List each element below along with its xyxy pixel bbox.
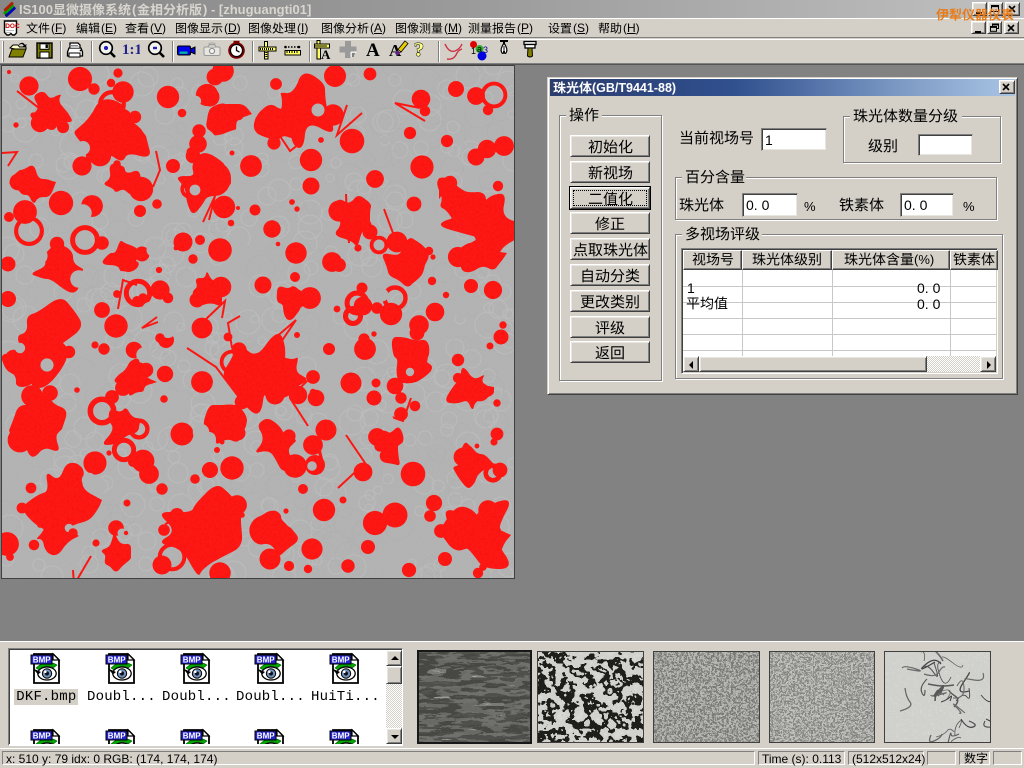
svg-text:BMP: BMP <box>257 732 275 741</box>
svg-text:1:1: 1:1 <box>122 42 140 58</box>
svg-text:BMP: BMP <box>108 656 126 665</box>
svg-text:BMP: BMP <box>33 656 51 665</box>
svg-text:A: A <box>366 40 380 61</box>
svg-text:BMP: BMP <box>257 656 275 665</box>
svg-text:BMP: BMP <box>33 732 51 741</box>
svg-text:1: 1 <box>471 46 476 56</box>
svg-text:BMP: BMP <box>183 656 201 665</box>
svg-text:DOC: DOC <box>5 23 20 30</box>
svg-text:BMP: BMP <box>332 656 350 665</box>
svg-text:BMP: BMP <box>108 732 126 741</box>
svg-text:BMP: BMP <box>332 732 350 741</box>
svg-text:BMP: BMP <box>183 732 201 741</box>
svg-text:?: ? <box>414 40 424 61</box>
svg-text:A: A <box>321 47 331 62</box>
